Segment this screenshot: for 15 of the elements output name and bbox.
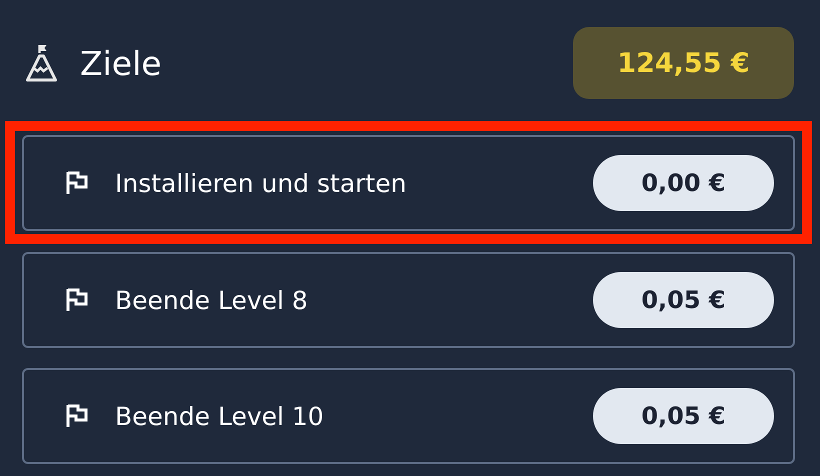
flag-icon — [66, 288, 88, 312]
flag-icon — [66, 404, 88, 428]
goal-label: Installieren und starten — [115, 168, 408, 198]
goal-label: Beende Level 10 — [115, 402, 325, 430]
balance-badge: 124,55 € — [573, 27, 794, 99]
section-title: Ziele — [80, 44, 162, 82]
reward-pill: 0,05 € — [593, 272, 774, 328]
goal-card[interactable]: Beende Level 8 0,05 € — [22, 252, 795, 348]
reward-pill: 0,00 € — [593, 155, 774, 211]
goal-label: Beende Level 8 — [115, 286, 309, 314]
goal-card[interactable]: Installieren und starten 0,00 € — [22, 135, 795, 231]
flag-icon — [66, 171, 88, 195]
goal-card[interactable]: Beende Level 10 0,05 € — [22, 368, 795, 464]
reward-pill: 0,05 € — [593, 388, 774, 444]
mountain-flag-icon — [25, 44, 58, 82]
